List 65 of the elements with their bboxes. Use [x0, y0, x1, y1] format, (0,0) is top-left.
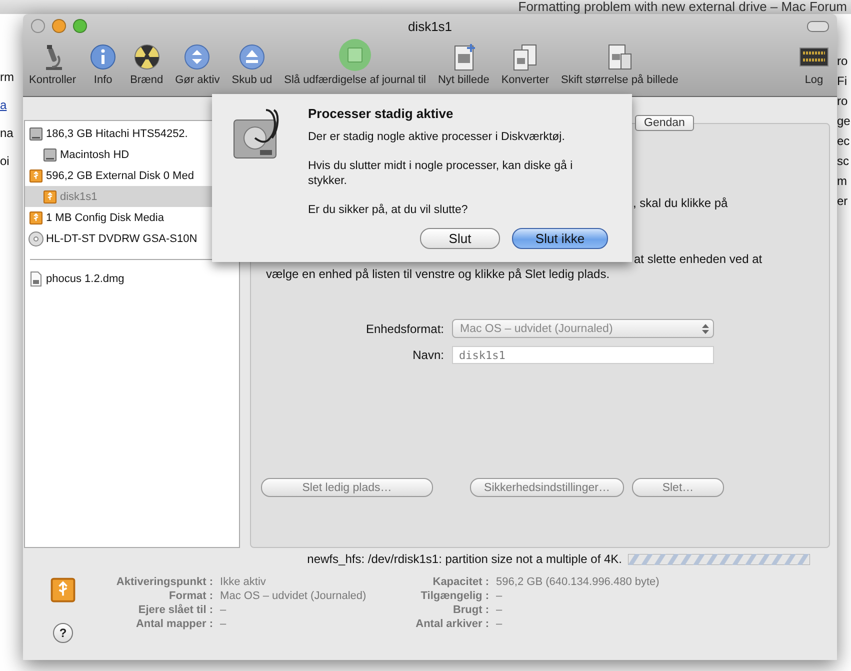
hard-drive-icon: [42, 146, 58, 162]
name-label: Navn:: [412, 348, 444, 362]
minimize-button[interactable]: [52, 19, 66, 33]
external-drive-icon: [48, 575, 78, 605]
toolbar-button[interactable]: Skift størrelse på billede: [559, 42, 680, 86]
toolbar-button[interactable]: Kontroller: [27, 42, 78, 86]
up-down-arrows-icon: [182, 42, 212, 72]
external-drive-icon: [28, 210, 44, 226]
note-text: at slette enheden ved at: [634, 252, 762, 267]
zoom-button[interactable]: [73, 19, 87, 33]
toolbar-button[interactable]: Skub ud: [230, 42, 274, 86]
info-row-text: Tilgængelig : –: [420, 589, 502, 603]
info-row-text: Format : Mac OS – udvidet (Journaled): [168, 589, 366, 603]
window-title: disk1s1: [408, 18, 452, 34]
status-message: newfs_hfs: /dev/rdisk1s1: partition size not a multiple of 4K.: [307, 552, 622, 566]
text-fragment: na: [0, 126, 14, 140]
toolbar-button[interactable]: Konverter: [499, 42, 552, 86]
note-text: vælge en enhed på listen til venstre og klikke på Slet ledig plads.: [266, 267, 610, 282]
text-fragment: ro: [837, 54, 849, 68]
instruction-text: , skal du klikke på: [633, 196, 728, 211]
text-fragment: m: [837, 174, 848, 188]
tab[interactable]: Gendan: [635, 115, 694, 131]
info-row-text: Aktiveringspunkt : Ikke aktiv: [115, 575, 266, 589]
name-field[interactable]: disk1s1: [452, 346, 714, 364]
link-fragment[interactable]: a: [0, 98, 23, 112]
text-fragment: ge: [837, 114, 851, 128]
alert-warning: Hvis du slutter midt i nogle processer, kan diske gå i stykker.: [308, 159, 574, 189]
text-fragment: ro: [837, 94, 849, 108]
info-row-text: Ejere slået til : –: [137, 603, 226, 617]
info-icon: [88, 42, 118, 72]
toolbar-button[interactable]: Slå udfærdigelse af journal til: [282, 38, 428, 86]
disc-icon: [28, 230, 44, 246]
format-label: Enhedsformat:: [364, 322, 444, 336]
alert-question: Er du sikker på, at du vil slutte?: [308, 203, 469, 218]
external-drive-icon: [28, 168, 44, 184]
toolbar-button[interactable]: Gør aktiv: [173, 42, 222, 86]
info-row-text: Antal arkiver : –: [414, 617, 502, 631]
toolbar-button[interactable]: Nyt billede: [436, 42, 492, 86]
default-button[interactable]: Slut ikke: [512, 228, 608, 249]
radiation-icon: [132, 42, 162, 72]
external-drive-icon: [42, 188, 58, 204]
text-fragment: oi: [0, 154, 10, 168]
alert-title: Processer stadig aktive: [308, 106, 454, 121]
eject-icon: [236, 42, 267, 72]
quit-button[interactable]: Slut: [420, 228, 500, 249]
toolbar-button[interactable]: Info: [86, 42, 120, 86]
background-window-title: Formatting problem with new external drive – Mac Forum: [518, 0, 847, 14]
sidebar-item[interactable]: phocus 1.2.dmg: [25, 268, 239, 289]
text-fragment: rm: [0, 70, 15, 84]
text-fragment: er: [837, 194, 849, 208]
alert-message: Der er stadig nogle aktive processer i Diskværktøj.: [308, 130, 566, 145]
text-fragment: ec: [837, 134, 851, 148]
help-button[interactable]: ?: [53, 623, 73, 643]
close-button[interactable]: [31, 19, 45, 33]
info-row-text: Antal mapper : –: [134, 617, 226, 631]
text-fragment: sc: [837, 154, 850, 168]
hard-drive-icon: [28, 126, 44, 142]
toolbar-button[interactable]: Log: [797, 42, 831, 86]
toolbar-toggle-button[interactable]: [807, 20, 829, 32]
text-fragment: Fi: [837, 74, 848, 88]
toolbar-button[interactable]: Brænd: [128, 42, 166, 86]
stepper-icon: [702, 322, 709, 334]
disk-image-icon: [28, 270, 44, 286]
info-row-text: Kapacitet : 596,2 GB (640.134.996.480 byte): [432, 575, 660, 589]
info-row-text: Brugt : –: [452, 603, 502, 617]
